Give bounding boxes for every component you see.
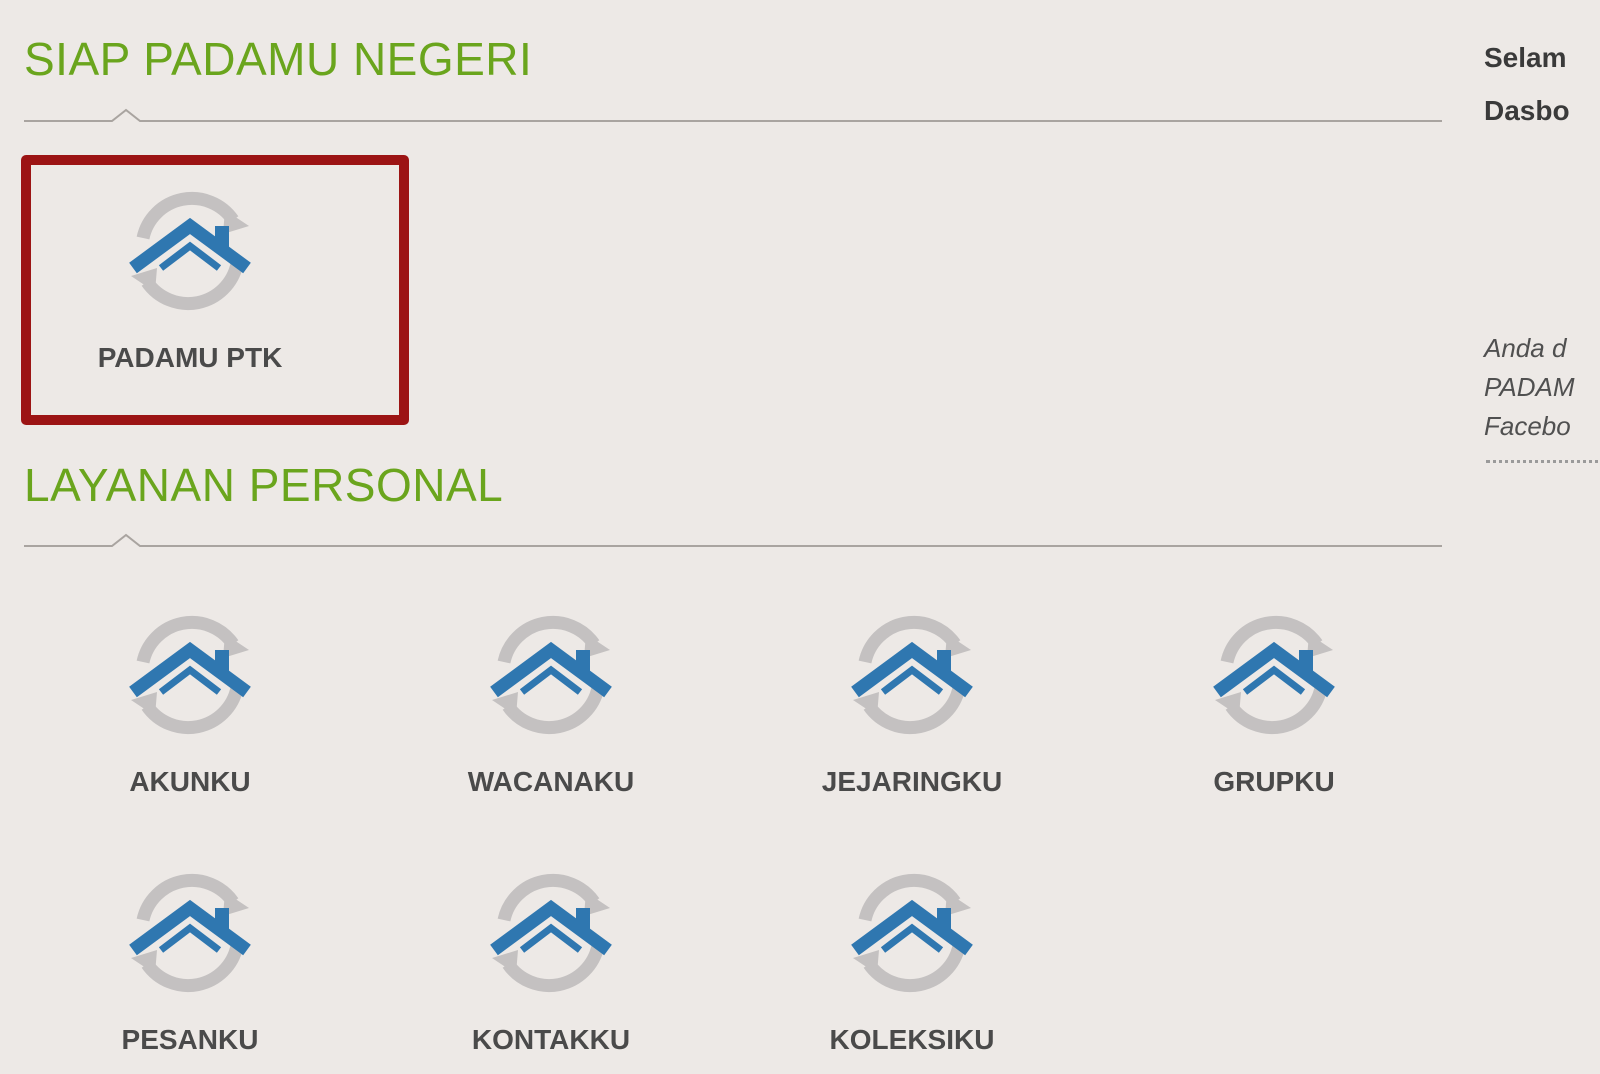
sidebar-dashboard-link[interactable]: Dasbo xyxy=(1484,95,1570,127)
padamu-house-icon xyxy=(486,610,616,740)
tile-label: PESANKU xyxy=(121,1024,259,1055)
sidebar-dotted-divider xyxy=(1486,460,1600,463)
tile-padamu-ptk[interactable]: PADAMU PTK xyxy=(90,158,290,388)
sidebar-note-line[interactable]: Facebo xyxy=(1484,411,1571,442)
tile-kontakku[interactable]: KONTAKKU xyxy=(451,840,651,1070)
section-divider xyxy=(24,533,1442,547)
section-divider xyxy=(24,108,1442,122)
tile-pesanku[interactable]: PESANKU xyxy=(90,840,290,1070)
sidebar-note-line: Anda d xyxy=(1484,333,1567,363)
tile-label: AKUNKU xyxy=(129,766,251,797)
sidebar-greeting: Selam xyxy=(1484,42,1567,73)
section-title-siap-padamu-negeri: SIAP PADAMU NEGERI xyxy=(24,33,533,85)
tile-label: KONTAKKU xyxy=(471,1024,631,1055)
tile-label: GRUPKU xyxy=(1213,766,1335,797)
tile-akunku[interactable]: AKUNKU xyxy=(90,582,290,812)
tile-koleksiku[interactable]: KOLEKSIKU xyxy=(812,840,1012,1070)
section-title-layanan-personal: LAYANAN PERSONAL xyxy=(24,459,504,511)
tile-label: PADAMU PTK xyxy=(97,342,283,373)
tile-label: KOLEKSIKU xyxy=(829,1024,995,1055)
padamu-house-icon xyxy=(847,868,977,998)
tile-grupku[interactable]: GRUPKU xyxy=(1174,582,1374,812)
padamu-house-icon xyxy=(1209,610,1339,740)
sidebar-note-line: PADAM xyxy=(1484,372,1575,402)
padamu-house-icon xyxy=(847,610,977,740)
padamu-house-icon xyxy=(125,186,255,316)
tile-wacanaku[interactable]: WACANAKU xyxy=(451,582,651,812)
tile-jejaringku[interactable]: JEJARINGKU xyxy=(812,582,1012,812)
padamu-house-icon xyxy=(125,868,255,998)
padamu-house-icon xyxy=(486,868,616,998)
padamu-house-icon xyxy=(125,610,255,740)
tile-label: JEJARINGKU xyxy=(821,766,1003,797)
tile-label: WACANAKU xyxy=(467,766,635,797)
